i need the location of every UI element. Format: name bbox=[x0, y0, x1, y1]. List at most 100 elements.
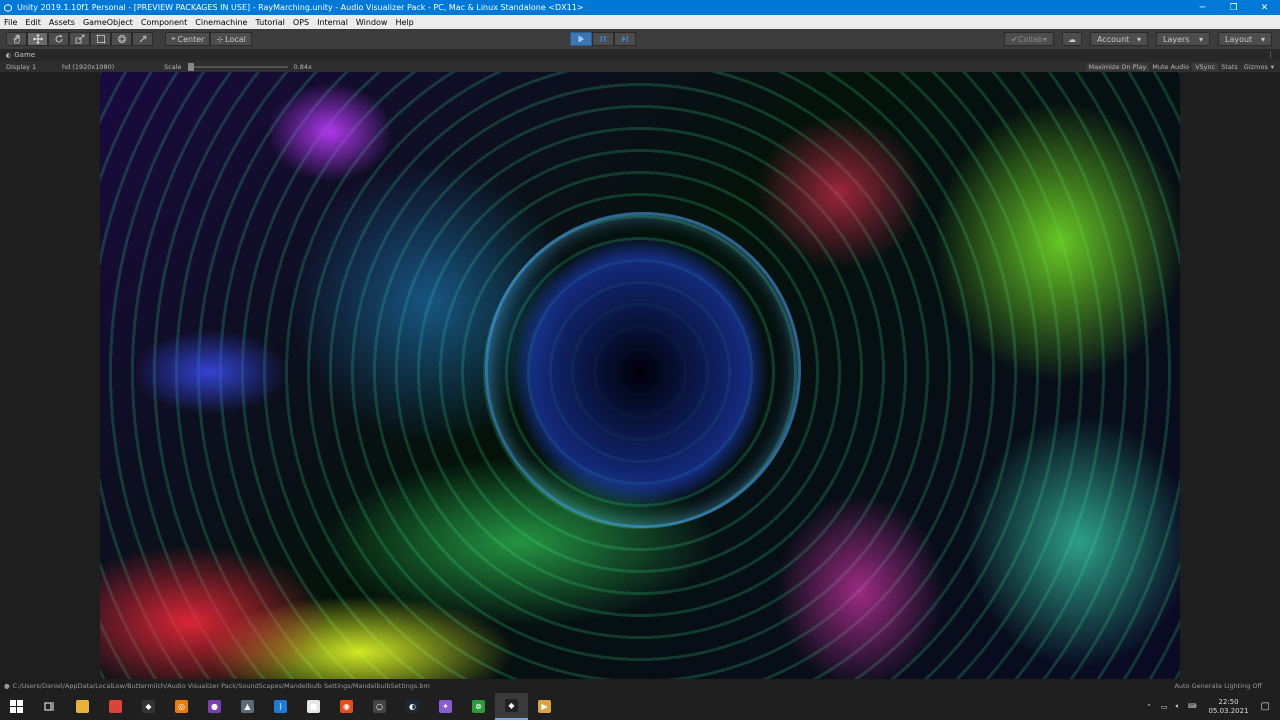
cloud-button[interactable]: ☁ bbox=[1062, 32, 1082, 46]
pivot-mode-label: Center bbox=[177, 34, 205, 44]
cloud-icon: ☁ bbox=[1068, 34, 1076, 44]
taskbar-app-app-multicolor[interactable]: ✦ bbox=[429, 693, 462, 720]
main-toolbar: ⌖ Center ⊹ Local ✔ Collab ▾ ☁ Account ▾ Layer… bbox=[0, 29, 1280, 49]
status-path[interactable]: C:/Users/Daniel/AppData/LocalLow/Butterm… bbox=[13, 682, 430, 690]
pause-icon bbox=[600, 36, 606, 42]
obs-icon: ● bbox=[208, 700, 221, 713]
app-multicolor-icon: ✦ bbox=[439, 700, 452, 713]
account-dropdown[interactable]: Account ▾ bbox=[1090, 32, 1148, 46]
step-button[interactable] bbox=[613, 32, 636, 46]
pivot-rotation-button[interactable]: ⊹ Local bbox=[210, 32, 252, 46]
resolution-dropdown[interactable]: hd (1920x1080) bbox=[62, 63, 154, 71]
app-orange-icon: ◉ bbox=[340, 700, 353, 713]
pivot-rotation-label: Local bbox=[225, 34, 246, 44]
tab-game-label: Game bbox=[14, 51, 36, 59]
menu-tutorial[interactable]: Tutorial bbox=[251, 18, 288, 27]
pivot-mode-button[interactable]: ⌖ Center bbox=[165, 32, 211, 46]
taskbar-app-app-white[interactable]: ■ bbox=[297, 693, 330, 720]
notification-icon[interactable]: ▢ bbox=[1261, 701, 1270, 712]
local-axes-icon: ⊹ bbox=[216, 34, 224, 44]
chevron-down-icon: ▾ bbox=[1042, 34, 1047, 44]
scale-slider[interactable] bbox=[187, 62, 288, 71]
scale-value: 0.84x bbox=[293, 62, 312, 71]
menu-component[interactable]: Component bbox=[137, 18, 191, 27]
menu-cinemachine[interactable]: Cinemachine bbox=[191, 18, 251, 27]
taskbar-app-blender[interactable]: ◎ bbox=[165, 693, 198, 720]
taskbar-app-xbox[interactable]: ⊗ bbox=[462, 693, 495, 720]
display-dropdown[interactable]: Display 1 bbox=[6, 63, 62, 71]
file-explorer-icon bbox=[76, 700, 89, 713]
scale-slider-thumb[interactable] bbox=[187, 62, 194, 71]
chrome-icon bbox=[109, 700, 122, 713]
transform-tool-icon[interactable] bbox=[111, 32, 132, 46]
render-ring bbox=[485, 212, 801, 528]
clock[interactable]: 22:50 05.03.2021 bbox=[1208, 698, 1248, 716]
close-button[interactable]: ✕ bbox=[1249, 0, 1280, 15]
app-white-icon: ■ bbox=[307, 700, 320, 713]
start-button[interactable] bbox=[0, 693, 33, 720]
taskbar-app-app-circle[interactable]: ○ bbox=[363, 693, 396, 720]
app-circle-icon: ○ bbox=[373, 700, 386, 713]
collab-button[interactable]: ✔ Collab ▾ bbox=[1004, 32, 1054, 46]
tab-menu-icon[interactable]: ⋮ bbox=[1267, 51, 1274, 59]
gizmos-dropdown[interactable]: Gizmos bbox=[1241, 63, 1271, 71]
taskbar-app-visual-studio-code[interactable]: ⟩ bbox=[264, 693, 297, 720]
menu-file[interactable]: File bbox=[0, 18, 21, 27]
menu-internal[interactable]: Internal bbox=[313, 18, 352, 27]
taskbar-app-unity[interactable]: ◆ bbox=[495, 693, 528, 720]
menu-gameobject[interactable]: GameObject bbox=[79, 18, 137, 27]
taskbar-app-obs[interactable]: ● bbox=[198, 693, 231, 720]
blender-icon: ◎ bbox=[175, 700, 188, 713]
move-tool-icon[interactable] bbox=[27, 32, 48, 46]
layers-dropdown[interactable]: Layers ▾ bbox=[1156, 32, 1210, 46]
rect-tool-icon[interactable] bbox=[90, 32, 111, 46]
maximize-on-play-toggle[interactable]: Maximize On Play bbox=[1085, 62, 1150, 71]
menu-bar: File Edit Assets GameObject Component Ci… bbox=[0, 15, 1280, 29]
hand-tool-icon[interactable] bbox=[6, 32, 27, 46]
layout-dropdown[interactable]: Layout ▾ bbox=[1218, 32, 1272, 46]
right-toolbar: ✔ Collab ▾ ☁ Account ▾ Layers ▾ Layout ▾ bbox=[1004, 32, 1272, 46]
play-icon bbox=[578, 35, 584, 43]
stats-toggle[interactable]: Stats bbox=[1218, 63, 1241, 71]
taskbar-app-unity-hub[interactable]: ◆ bbox=[132, 693, 165, 720]
menu-ops[interactable]: OPS bbox=[289, 18, 313, 27]
task-view-icon bbox=[44, 702, 54, 711]
taskbar-app-chrome[interactable] bbox=[99, 693, 132, 720]
steam-icon: ◐ bbox=[406, 700, 419, 713]
vsync-toggle[interactable]: VSync bbox=[1192, 62, 1219, 71]
play-button[interactable] bbox=[569, 32, 592, 46]
input-language-icon[interactable]: ⌨ bbox=[1188, 703, 1197, 710]
pinned-apps: ◆ ◎ ● ▲ ⟩ ■ ◉ ○ ◐ ✦ ⊗ ◆ ▶ bbox=[66, 693, 561, 720]
restore-button[interactable]: ❐ bbox=[1218, 0, 1249, 15]
network-icon[interactable]: ▭ bbox=[1161, 703, 1168, 711]
menu-window[interactable]: Window bbox=[352, 18, 392, 27]
taskbar-app-app-gray[interactable]: ▲ bbox=[231, 693, 264, 720]
taskbar-app-file-explorer[interactable] bbox=[66, 693, 99, 720]
speaker-icon[interactable]: 🔈︎ bbox=[1176, 702, 1180, 711]
windows-logo-icon bbox=[10, 700, 23, 713]
tray-expand-icon[interactable]: ⌃ bbox=[1146, 703, 1152, 711]
menu-help[interactable]: Help bbox=[391, 18, 417, 27]
mute-audio-toggle[interactable]: Mute Audio bbox=[1149, 63, 1192, 71]
menu-assets[interactable]: Assets bbox=[45, 18, 79, 27]
taskbar-app-steam[interactable]: ◐ bbox=[396, 693, 429, 720]
game-viewport[interactable] bbox=[100, 72, 1180, 679]
rotate-tool-icon[interactable] bbox=[48, 32, 69, 46]
layout-label: Layout bbox=[1225, 34, 1253, 44]
task-view-button[interactable] bbox=[33, 693, 66, 720]
clock-date: 05.03.2021 bbox=[1208, 706, 1249, 715]
scale-tool-icon[interactable] bbox=[69, 32, 90, 46]
unity-icon: ◆ bbox=[505, 699, 518, 712]
tab-game[interactable]: ◐ Game bbox=[6, 51, 35, 59]
custom-tool-icon[interactable] bbox=[132, 32, 153, 46]
minimize-button[interactable]: ─ bbox=[1187, 0, 1218, 15]
menu-edit[interactable]: Edit bbox=[21, 18, 45, 27]
taskbar-app-app-orange[interactable]: ◉ bbox=[330, 693, 363, 720]
pause-button[interactable] bbox=[591, 32, 614, 46]
taskbar-app-app-yellow[interactable]: ▶ bbox=[528, 693, 561, 720]
lighting-status[interactable]: Auto Generate Lighting Off bbox=[1174, 682, 1262, 690]
clock-time: 22:50 bbox=[1218, 697, 1239, 706]
account-label: Account bbox=[1097, 34, 1130, 44]
chevron-down-icon: ▾ bbox=[1136, 34, 1141, 44]
game-view-toolbar: Display 1 hd (1920x1080) Scale 0.84x Max… bbox=[0, 61, 1280, 72]
